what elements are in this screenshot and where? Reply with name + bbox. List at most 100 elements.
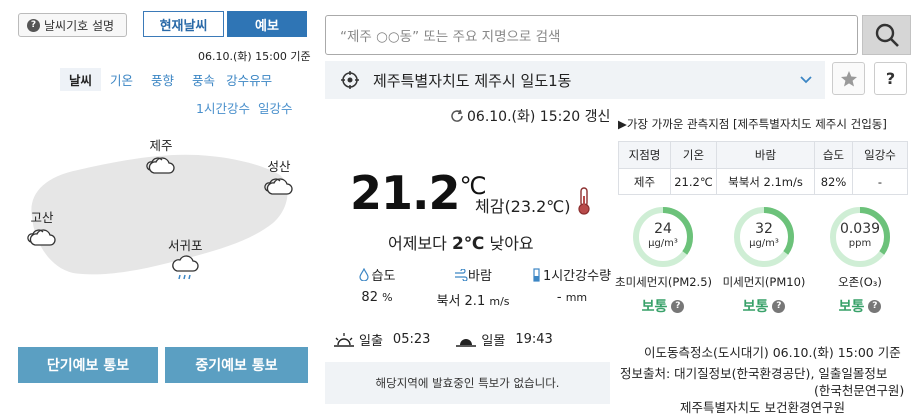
- nearest-station-title: ▶가장 가까운 관측지점 [제주특별자치도 제주시 건입동]: [618, 117, 887, 131]
- humidity-label: 습도: [371, 269, 396, 284]
- table-row: 제주 21.2℃ 북북서 2.1m/s 82% -: [618, 168, 908, 195]
- compare-value: 2℃: [451, 234, 485, 254]
- map-tab-precip-presence[interactable]: 강수유무: [224, 68, 281, 91]
- city-seongsan[interactable]: 성산: [263, 156, 295, 202]
- pm10-label: 미세먼지(PM10): [722, 275, 806, 289]
- map-tab-wind-speed[interactable]: 풍속: [183, 68, 224, 91]
- rain-cloud-icon: [172, 255, 199, 280]
- question-icon[interactable]: ?: [868, 299, 882, 313]
- source-line-3: 제주특별자치도 보건환경연구원: [680, 400, 845, 415]
- city-jeju[interactable]: 제주: [145, 135, 177, 181]
- pm25-grade: 보통: [641, 299, 668, 315]
- city-seogwipo-label: 서귀포: [168, 238, 203, 253]
- source-line-1: 정보출처: 대기질정보(한국환경공단), 일출일몰정보: [620, 366, 888, 381]
- location-selector[interactable]: 제주특별자치도 제주시 일도1동: [325, 61, 825, 99]
- ozone-grade: 보통: [838, 299, 865, 315]
- question-icon: ?: [27, 18, 40, 32]
- cloudy-icon: [27, 229, 56, 246]
- sunset-icon: [456, 338, 477, 347]
- cell-temp: 21.2℃: [670, 168, 717, 195]
- search-button[interactable]: [862, 15, 911, 55]
- air-station-time: 이도동측정소(도시대기) 06.10.(화) 15:00 기준: [644, 345, 901, 360]
- air-pm25[interactable]: 24 μg/m³ 초미세먼지(PM2.5) 보통?: [615, 206, 713, 316]
- ozone-gauge: [830, 207, 890, 267]
- pm25-unit: μg/m³: [648, 238, 678, 249]
- pm10-grade: 보통: [742, 299, 769, 315]
- wind-value: 북서 2.1: [436, 294, 486, 309]
- city-seogwipo[interactable]: 서귀포: [168, 235, 203, 287]
- header-daily-precip: 일강수: [852, 141, 908, 169]
- wind-icon: [455, 268, 468, 281]
- sun-times: 일출 05:23 일몰 19:43: [334, 330, 553, 349]
- sunrise-time: 05:23: [392, 332, 431, 347]
- header-station: 지점명: [618, 141, 671, 169]
- hourly-precip-label: 1시간강수량: [542, 269, 612, 284]
- pm10-gauge: [734, 207, 794, 267]
- water-drop-icon: [358, 268, 369, 281]
- wind-stat: 바람 북서 2.1 m/s: [428, 265, 518, 309]
- header-temp: 기온: [670, 141, 717, 169]
- ozone-unit: ppm: [848, 238, 872, 249]
- map-tab-daily-precip[interactable]: 일강수: [254, 96, 297, 119]
- sunset-label: 일몰: [481, 334, 506, 349]
- cell-station: 제주: [618, 168, 671, 195]
- mid-term-forecast-button[interactable]: 중기예보 통보: [165, 347, 308, 383]
- compare-suffix: 낮아요: [484, 234, 534, 253]
- thermometer-icon: [578, 187, 590, 215]
- weather-legend-label: 날씨기호 설명: [44, 18, 115, 33]
- humidity-stat: 습도 82 %: [352, 265, 402, 305]
- observation-table: 지점명 기온 바람 습도 일강수 제주 21.2℃ 북북서 2.1m/s 82%…: [618, 141, 908, 195]
- question-icon: ?: [885, 69, 896, 88]
- source-line-2: (한국천문연구원): [814, 383, 905, 398]
- refresh-icon[interactable]: [450, 109, 464, 123]
- cloudy-icon: [264, 178, 293, 195]
- question-icon[interactable]: ?: [772, 299, 786, 313]
- short-term-forecast-button[interactable]: 단기예보 통보: [18, 347, 158, 383]
- hourly-precip-value: -: [556, 290, 562, 305]
- map-tab-hourly-precip[interactable]: 1시간강수: [192, 96, 254, 119]
- ozone-label: 오존(O₃): [838, 275, 882, 289]
- map-element-tabs: 날씨 기온 풍향 풍속 강수유무: [60, 68, 281, 91]
- pm10-unit: μg/m³: [749, 238, 779, 249]
- current-temperature: 21.2℃: [350, 166, 486, 220]
- city-gosan[interactable]: 고산: [26, 207, 58, 253]
- tab-current-weather[interactable]: 현재날씨: [143, 11, 224, 37]
- hourly-precip-unit: mm: [565, 291, 588, 304]
- map-tab-wind-direction[interactable]: 풍향: [142, 68, 183, 91]
- air-ozone[interactable]: 0.039 ppm 오존(O₃) 보통?: [812, 206, 908, 316]
- city-gosan-label: 고산: [30, 210, 54, 225]
- city-jeju-label: 제주: [149, 138, 173, 153]
- chevron-down-icon[interactable]: [799, 72, 813, 86]
- compare-yesterday: 어제보다 2℃ 낮아요: [388, 230, 534, 254]
- help-button[interactable]: ?: [874, 62, 907, 95]
- gps-target-icon: [341, 71, 359, 89]
- header-humidity: 습도: [814, 141, 853, 169]
- location-name: 제주특별자치도 제주시 일도1동: [373, 71, 572, 90]
- sunrise-label: 일출: [359, 334, 383, 349]
- map-tab-weather[interactable]: 날씨: [60, 68, 102, 91]
- question-icon[interactable]: ?: [671, 299, 685, 313]
- special-report-notice: 해당지역에 발효중인 특보가 없습니다.: [325, 362, 610, 404]
- map-base-time: 06.10.(화) 15:00 기준: [198, 50, 311, 63]
- sunset-time: 19:43: [515, 332, 553, 347]
- ozone-value: 0.039: [839, 221, 881, 237]
- pm10-value: 32: [755, 221, 773, 237]
- rain-gauge-icon: [533, 267, 540, 282]
- humidity-unit: %: [382, 291, 393, 304]
- search-icon: [875, 23, 899, 47]
- feels-like: 체감(23.2℃): [475, 197, 571, 216]
- favorite-button[interactable]: [832, 62, 865, 95]
- cell-humidity: 82%: [814, 168, 853, 195]
- weather-legend-button[interactable]: ? 날씨기호 설명: [18, 13, 127, 37]
- search-input[interactable]: “제주 ○○동” 또는 주요 지명으로 검색: [325, 15, 858, 55]
- update-time: 06.10.(화) 15:20 갱신: [450, 106, 610, 126]
- map-tab-temperature[interactable]: 기온: [101, 68, 142, 91]
- pm25-label: 초미세먼지(PM2.5): [615, 275, 713, 289]
- pm25-value: 24: [654, 221, 672, 237]
- temperature-value: 21.2: [350, 166, 460, 220]
- air-pm10[interactable]: 32 μg/m³ 미세먼지(PM10) 보통?: [716, 206, 812, 316]
- tab-forecast[interactable]: 예보: [227, 11, 307, 37]
- city-seongsan-label: 성산: [267, 159, 291, 174]
- star-icon: [840, 70, 857, 86]
- header-wind: 바람: [716, 141, 815, 169]
